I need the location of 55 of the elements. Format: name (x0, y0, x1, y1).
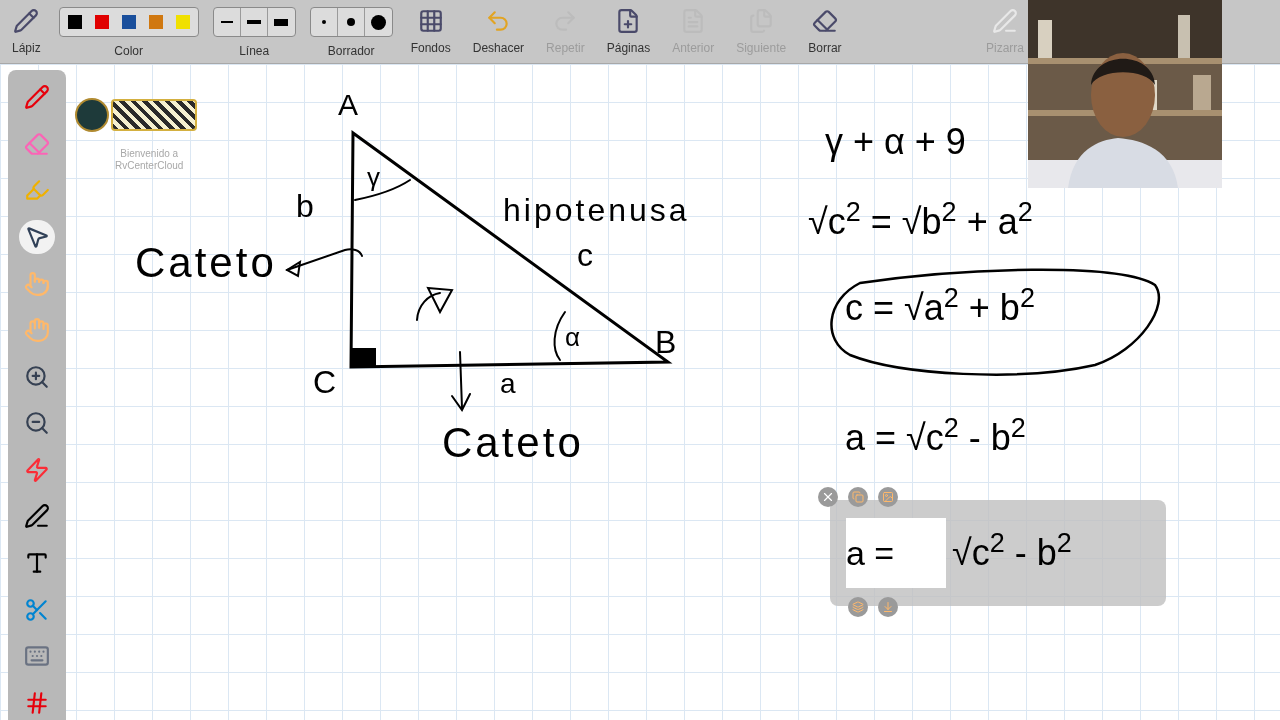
grid-button[interactable]: Fondos (406, 0, 455, 54)
pencil-icon (13, 8, 40, 34)
toolbar-label: Línea (239, 45, 270, 57)
selected-label: a = (846, 518, 946, 588)
hash-icon (24, 689, 50, 716)
color-swatch[interactable] (67, 15, 82, 29)
pointer-icon (24, 224, 50, 250)
toolbar-label: Borrador (327, 45, 375, 57)
arrow-down-icon (882, 601, 894, 613)
handwritten-label: C (313, 366, 337, 398)
page-add-button[interactable]: Páginas (602, 0, 655, 54)
handwritten-label: A (338, 90, 358, 120)
close-icon (821, 490, 835, 504)
toolbar-label: Lápiz (12, 42, 41, 54)
pencil-button[interactable]: Lápiz (8, 0, 45, 54)
layers-icon (852, 601, 864, 613)
handwritten-label: b (296, 190, 314, 222)
handwritten-label: a (500, 370, 516, 398)
eraser-button[interactable]: Borrar (804, 0, 846, 54)
handwritten-label: Cateto (442, 422, 584, 464)
color-swatch[interactable] (175, 15, 190, 29)
handwritten-label: c = √a$^{2}$ + b$^{2}$ (845, 290, 1035, 326)
toolbar-label: Deshacer (472, 42, 525, 54)
image-icon (882, 491, 894, 503)
zoom-out-icon (24, 410, 50, 437)
handwritten-label: B (655, 326, 677, 358)
color-swatch[interactable] (148, 15, 163, 29)
tool-button[interactable] (19, 219, 55, 255)
toolbar-label: Borrar (808, 42, 842, 54)
handwritten-label: c (577, 239, 593, 271)
pencil-icon (24, 84, 50, 111)
handwritten-label: α (565, 324, 581, 350)
handwritten-label: √c$^{2}$ = √b$^{2}$ + a$^{2}$ (808, 204, 1033, 240)
hand-icon (24, 317, 50, 344)
color-swatch[interactable] (94, 15, 109, 29)
eraser-icon (24, 130, 50, 157)
copy-icon (852, 491, 864, 503)
hand-pointer-icon (24, 270, 50, 297)
selected-label: √c$^{2}$ - b$^{2}$ (952, 535, 1072, 571)
handwritten-label: hipotenusa (503, 194, 690, 226)
toolbar-label: Fondos (410, 42, 451, 54)
welcome-caption: Bienvenido a (120, 148, 179, 160)
handwritten-label: γ (367, 164, 380, 190)
scissors-icon (24, 596, 50, 623)
handwritten-label: γ + α + 9 (825, 124, 966, 160)
handwritten-label: Cateto (135, 242, 277, 284)
handwritten-label: a = √c$^{2}$ - b$^{2}$ (845, 420, 1026, 456)
undo-button[interactable]: Deshacer (468, 0, 529, 54)
color-swatch[interactable] (121, 15, 136, 29)
welcome-caption: RvCenterCloud (115, 160, 184, 172)
toolbar-label: Color (114, 45, 144, 57)
toolbar-label: Páginas (606, 42, 651, 54)
eraser-icon (811, 8, 838, 34)
grid-icon (417, 8, 444, 34)
zoom-in-icon (24, 363, 50, 390)
